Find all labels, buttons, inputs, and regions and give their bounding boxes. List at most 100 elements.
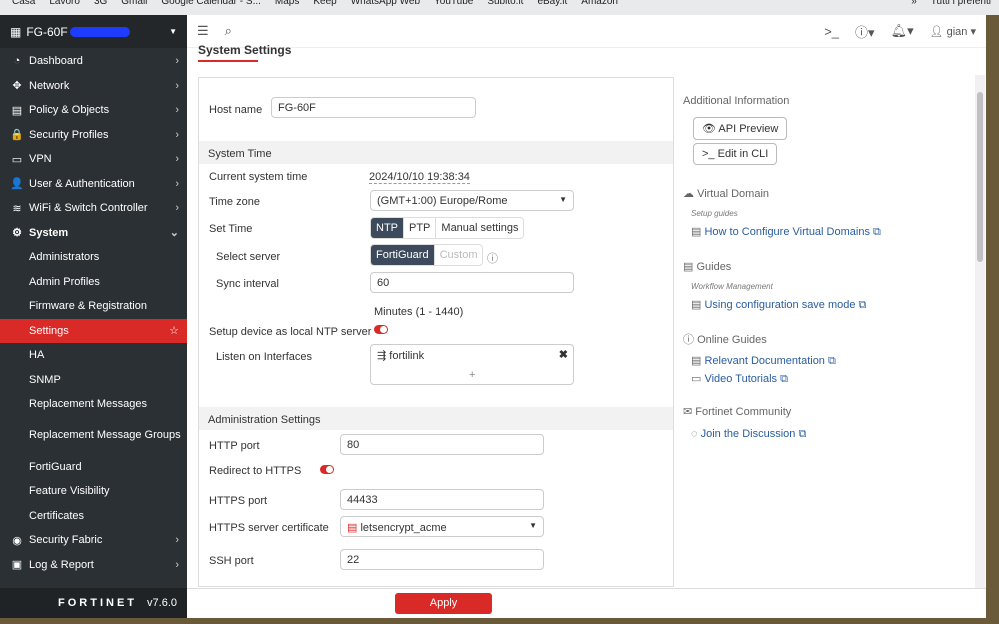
https-port-input[interactable]: 44433 [340, 489, 544, 510]
chevron-icon: › [175, 534, 179, 547]
bookmark-item[interactable]: YouTube [434, 0, 473, 7]
bookmark-item[interactable]: eBay.it [537, 0, 567, 7]
sync-interval-input[interactable]: 60 [370, 272, 574, 293]
save-mode-link[interactable]: ▤ Using configuration save mode ⧉ [691, 298, 866, 312]
video-link[interactable]: ▭ Video Tutorials ⧉ [691, 372, 788, 386]
https-cert-select[interactable]: ▤ letsencrypt_acme ▼ [340, 516, 544, 537]
search-icon[interactable]: ⌕ [225, 23, 232, 39]
cli-icon[interactable]: >_ [824, 24, 839, 39]
sidebar-item-label: Log & Report [29, 558, 94, 571]
user-menu[interactable]: 👤︎ gian ▾ [930, 25, 976, 38]
api-preview-button[interactable]: 👁︎ API Preview [693, 117, 788, 140]
ssh-port-label: SSH port [209, 555, 254, 567]
sidebar-item-label: User & Authentication [29, 177, 135, 190]
redirect-https-toggle[interactable] [320, 465, 334, 474]
sidebar-item-snmp[interactable]: SNMP [0, 368, 187, 393]
favorite-star-icon[interactable]: ☆ [169, 324, 179, 337]
add-interface-button[interactable]: + [469, 369, 475, 381]
docs-link[interactable]: ▤ Relevant Documentation ⧉ [691, 354, 836, 368]
sidebar-item-replacement-message-groups[interactable]: Replacement Message Groups [0, 417, 187, 455]
interfaces-box[interactable]: ⇶ fortilink ✖ + [370, 344, 574, 385]
sidebar-icon: ◉ [12, 534, 22, 547]
sidebar-item-firmware-registration[interactable]: Firmware & Registration [0, 294, 187, 319]
discussion-link[interactable]: ◌ Join the Discussion ⧉ [691, 428, 806, 441]
sidebar-footer: FORTINET v7.6.0 [0, 588, 187, 618]
option-custom[interactable]: Custom [435, 245, 483, 265]
footer-bar: Apply [187, 588, 986, 618]
bookmark-item[interactable]: Subito.it [487, 0, 523, 7]
host-name-input[interactable]: FG-60F [271, 97, 476, 118]
chevron-icon: › [175, 558, 179, 571]
bookmark-item[interactable]: Casa [12, 0, 35, 7]
chevron-icon: › [175, 177, 179, 190]
menu-icon[interactable]: ☰ [197, 23, 209, 39]
chevron-icon: ⌄ [169, 227, 179, 240]
sidebar-item-label: Network [29, 79, 70, 92]
sidebar-item-settings[interactable]: Settings ☆ [0, 318, 187, 343]
sidebar-item-label: Feature Visibility [29, 485, 110, 498]
help-icon[interactable]: ⓘ▾ [855, 22, 875, 41]
sidebar-item-ha[interactable]: HA [0, 343, 187, 368]
info-icon[interactable]: ⓘ [487, 250, 498, 266]
bookmark-item[interactable]: Amazon [581, 0, 618, 7]
bookmark-item[interactable]: Google Calendar - S... [161, 0, 261, 7]
apply-button[interactable]: Apply [395, 593, 492, 614]
section-administration: Administration Settings [199, 407, 673, 430]
community-heading: ✉ Fortinet Community [683, 406, 792, 418]
caret-down-icon: ▼ [559, 195, 567, 204]
select-server-label: Select server [216, 251, 281, 263]
bookmark-item[interactable]: Keep [313, 0, 336, 7]
bookmark-item[interactable]: 3G [94, 0, 107, 7]
bookmark-item[interactable]: Maps [275, 0, 299, 7]
sidebar-item-label: Firmware & Registration [29, 300, 147, 313]
option-ntp[interactable]: NTP [371, 218, 404, 238]
bookmark-item[interactable]: » [911, 0, 917, 7]
http-port-input[interactable]: 80 [340, 434, 544, 455]
sidebar-item-network[interactable]: ✥ Network › [0, 74, 187, 99]
ntp-server-toggle[interactable] [374, 325, 388, 334]
vd-guide-link[interactable]: ▤ How to Configure Virtual Domains ⧉ [691, 225, 881, 239]
https-cert-label: HTTPS server certificate [209, 522, 329, 534]
option-manual[interactable]: Manual settings [436, 218, 523, 238]
sidebar-item-system[interactable]: ⚙ System ⌄ [0, 221, 187, 246]
edit-cli-button[interactable]: >_ Edit in CLI [693, 143, 778, 165]
scrollbar[interactable] [975, 75, 985, 600]
scrollbar-thumb[interactable] [977, 92, 983, 262]
chevron-icon: › [175, 153, 179, 166]
sidebar-item-label: Replacement Messages [29, 398, 148, 411]
timezone-select[interactable]: (GMT+1:00) Europe/Rome ▼ [370, 190, 574, 211]
sidebar-item-replacement-messages[interactable]: Replacement Messages [0, 392, 187, 417]
section-system-time: System Time [199, 141, 673, 164]
remove-icon[interactable]: ✖ [559, 348, 568, 361]
set-time-label: Set Time [209, 223, 253, 235]
sidebar-item-vpn[interactable]: ▭ VPN › [0, 147, 187, 172]
sidebar-item-policy-objects[interactable]: ▤ Policy & Objects › [0, 98, 187, 123]
device-icon: ▦ [10, 24, 22, 39]
sidebar-item-administrators[interactable]: Administrators [0, 245, 187, 270]
option-ptp[interactable]: PTP [404, 218, 437, 238]
sidebar-item-security-profiles[interactable]: 🔒 Security Profiles › [0, 123, 187, 148]
device-selector[interactable]: ▦ FG-60F ▼ [0, 15, 187, 48]
setup-guides-label: Setup guides [691, 209, 738, 218]
sidebar-item-security-fabric[interactable]: ◉ Security Fabric › [0, 528, 187, 553]
sidebar-icon: ▤ [11, 104, 23, 117]
sidebar-item-log-report[interactable]: ▣ Log & Report › [0, 553, 187, 578]
sidebar-item-dashboard[interactable]: ◔ Dashboard › [0, 49, 187, 74]
ssh-port-input[interactable]: 22 [340, 549, 544, 570]
bookmark-item[interactable]: WhatsApp Web [351, 0, 420, 7]
sidebar-item-feature-visibility[interactable]: Feature Visibility [0, 479, 187, 504]
sidebar-item-wifi-switch-controller[interactable]: ≋ WiFi & Switch Controller › [0, 196, 187, 221]
sidebar-item-fortiguard[interactable]: FortiGuard [0, 455, 187, 480]
sidebar-item-label: Security Fabric [29, 534, 103, 547]
sidebar-item-certificates[interactable]: Certificates [0, 504, 187, 529]
title-underline [198, 60, 258, 62]
option-fortiguard[interactable]: FortiGuard [371, 245, 435, 265]
sidebar-item-user-authentication[interactable]: 👤 User & Authentication › [0, 172, 187, 197]
sidebar-item-label: Administrators [29, 251, 100, 264]
bookmark-item[interactable]: Tutti i preferiti [931, 0, 991, 7]
bookmark-item[interactable]: Lavoro [49, 0, 80, 7]
sidebar-item-label: Certificates [29, 509, 85, 522]
sidebar-item-admin-profiles[interactable]: Admin Profiles [0, 270, 187, 295]
bookmark-item[interactable]: Gmail [121, 0, 147, 7]
bell-icon[interactable]: 🔔︎▾ [891, 23, 914, 39]
